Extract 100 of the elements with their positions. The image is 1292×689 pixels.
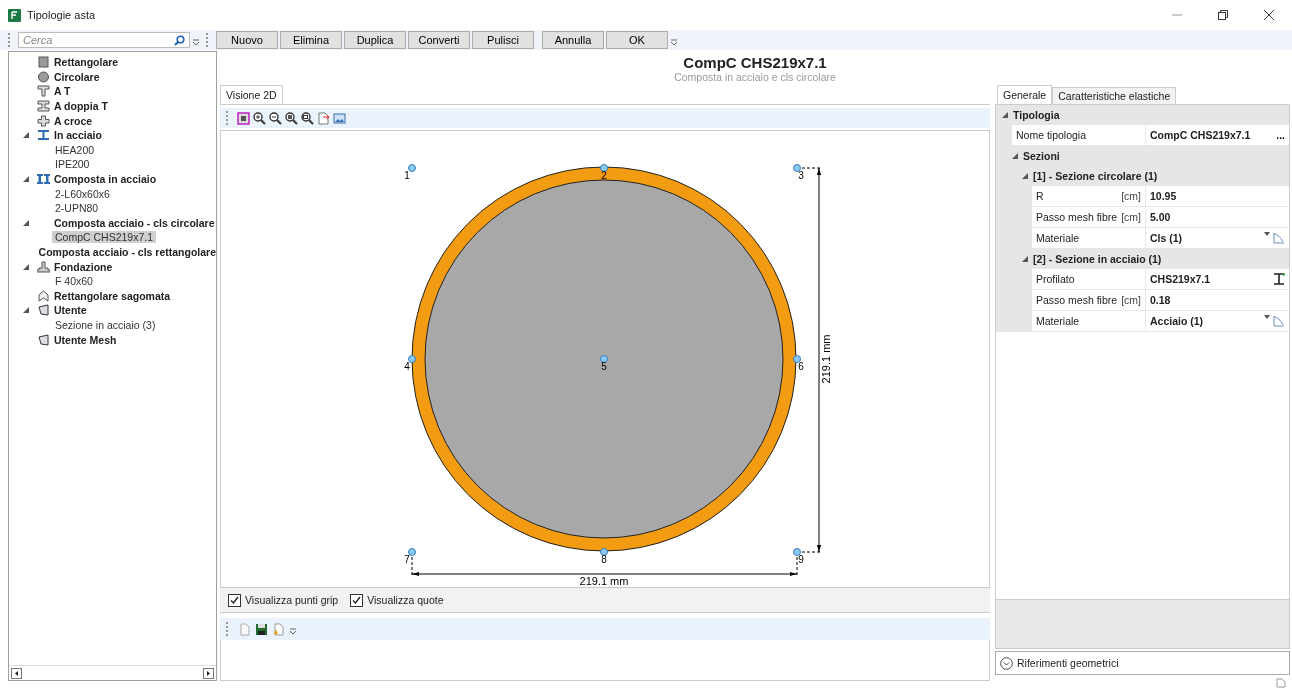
property-label: Passo mesh fibre — [1036, 294, 1118, 306]
tree-item[interactable]: Rettangolare sagomata — [54, 289, 171, 302]
tree-item[interactable]: HEA200 — [52, 143, 98, 156]
grip-point[interactable] — [408, 548, 416, 556]
tree-item[interactable]: A croce — [54, 114, 93, 127]
toolbar-button[interactable]: Duplica — [344, 31, 406, 49]
grip-point[interactable] — [408, 355, 416, 363]
expander-panel[interactable]: Riferimenti geometrici — [995, 651, 1290, 675]
property-value-field[interactable]: 10.95 — [1146, 186, 1289, 207]
dimension-label: 219.1 mm — [820, 334, 832, 384]
property-value-field[interactable]: 5.00 — [1146, 207, 1289, 228]
tree-item[interactable]: Circolare — [54, 70, 100, 83]
toolbar-button[interactable]: OK — [606, 31, 668, 49]
tree-item[interactable]: F 40x60 — [52, 275, 96, 288]
grip-point[interactable] — [600, 548, 608, 556]
property-value-field[interactable]: CHS219x7.1 — [1146, 269, 1289, 290]
category-title: [1] - Sezione circolare (1) — [1033, 170, 1158, 182]
tree-item[interactable]: Sezione in acciaio (3) — [52, 319, 159, 331]
point-label: 1 — [404, 170, 410, 181]
checkbox-label: Visualizza quote — [367, 594, 444, 606]
property-value-field[interactable]: CompC CHS219x7.1 ... — [1146, 125, 1289, 146]
tree-item[interactable]: In acciaio — [54, 129, 102, 142]
tree-item[interactable]: Utente — [54, 304, 87, 317]
tree-item[interactable]: Rettangolare — [54, 56, 119, 69]
property-label: Materiale — [1036, 315, 1080, 327]
collapse-arrow-icon[interactable] — [1012, 153, 1018, 159]
tree-item[interactable]: A doppia T — [54, 100, 108, 113]
zoom-extents-icon[interactable] — [285, 111, 298, 125]
tree-item[interactable]: Utente Mesh — [54, 333, 117, 346]
toolbar-button[interactable]: Pulisci — [472, 31, 534, 49]
tree-item[interactable]: Fondazione — [54, 260, 113, 273]
tee-section-icon — [37, 85, 50, 98]
scroll-right-button[interactable] — [203, 667, 214, 679]
view-tab[interactable]: Visione 2D — [220, 85, 283, 104]
toolbar-button[interactable]: Annulla — [542, 31, 604, 49]
checkbox[interactable] — [228, 593, 241, 607]
collapse-arrow-icon[interactable] — [1022, 173, 1028, 179]
tree-item[interactable]: 2-UPN80 — [52, 202, 102, 215]
scroll-left-button[interactable] — [11, 667, 22, 679]
tree-item[interactable]: IPE200 — [52, 158, 93, 171]
grip-point[interactable] — [408, 164, 416, 172]
export-file-icon[interactable] — [317, 111, 330, 125]
zoom-window-icon[interactable] — [301, 111, 314, 125]
tree-item[interactable]: A T — [54, 85, 71, 98]
search-field[interactable]: Cerca — [23, 34, 174, 46]
collapse-arrow-icon[interactable] — [1022, 256, 1028, 262]
tree-item[interactable]: CompC CHS219x7.1 — [52, 231, 157, 244]
category-title: [2] - Sezione in acciaio (1) — [1033, 253, 1162, 265]
property-label: Materiale — [1036, 232, 1080, 244]
collapse-arrow-icon[interactable] — [23, 307, 29, 314]
i-beam-icon[interactable] — [1273, 273, 1285, 285]
ellipsis-button[interactable]: ... — [1276, 129, 1285, 141]
collapse-arrow-icon[interactable] — [1002, 112, 1008, 118]
shaped-section-icon — [37, 289, 50, 302]
property-value-field[interactable]: Cls (1) — [1146, 228, 1289, 249]
tree-item[interactable]: Composta acciaio - cls circolare — [54, 216, 215, 229]
toolbar-button[interactable]: Converti — [408, 31, 470, 49]
cross-section-icon — [37, 114, 50, 127]
grip-point[interactable] — [793, 548, 801, 556]
close-icon — [1264, 10, 1274, 20]
dimension-label: 219.1 mm — [579, 575, 629, 587]
search-icon — [174, 34, 185, 46]
section-subtitle: Composta in acciaio e cls circolare — [674, 70, 836, 83]
collapse-arrow-icon[interactable] — [23, 176, 29, 183]
tree-item[interactable]: 2-L60x60x6 — [52, 187, 113, 200]
foundation-section-icon — [37, 260, 50, 273]
property-tab[interactable]: Caratteristiche elastiche — [1052, 87, 1177, 104]
property-label: R — [1036, 190, 1044, 202]
property-label: Nome tipologia — [1016, 129, 1087, 141]
zoom-out-icon[interactable] — [269, 111, 282, 125]
composite-section-icon — [37, 173, 50, 186]
point-label: 8 — [601, 554, 607, 565]
point-label: 7 — [404, 554, 410, 565]
grip-point[interactable] — [600, 164, 608, 172]
collapse-arrow-icon[interactable] — [23, 219, 29, 226]
panel-label: Riferimenti geometrici — [1017, 657, 1119, 669]
grip-point[interactable] — [793, 355, 801, 363]
section-title: CompC CHS219x7.1 — [683, 53, 827, 71]
tree-item[interactable]: Composta acciaio - cls rettangolare — [38, 246, 216, 258]
checkbox[interactable] — [350, 593, 364, 607]
dropdown-arrow-icon[interactable] — [1264, 232, 1270, 236]
save-icon[interactable] — [255, 622, 268, 636]
property-value-field[interactable]: 0.18 — [1146, 290, 1289, 311]
expand-circle-icon[interactable] — [1000, 656, 1013, 670]
toolbar-button[interactable]: Elimina — [280, 31, 342, 49]
zoom-in-icon[interactable] — [253, 111, 266, 125]
property-tab[interactable]: Generale — [997, 85, 1053, 104]
tree-item[interactable]: Composta in acciaio — [54, 173, 157, 186]
search-box[interactable]: Cerca — [18, 32, 190, 48]
property-label: Profilato — [1036, 273, 1075, 285]
rect-section-icon — [37, 56, 50, 69]
collapse-arrow-icon[interactable] — [23, 132, 29, 139]
property-value-field[interactable]: Acciaio (1) — [1146, 311, 1289, 332]
grip-point[interactable] — [793, 164, 801, 172]
collapse-arrow-icon[interactable] — [23, 263, 29, 270]
grip-point[interactable] — [600, 355, 608, 363]
dropdown-arrow-icon[interactable] — [1264, 315, 1270, 319]
toolbar-button[interactable]: Nuovo — [216, 31, 278, 49]
select-frame-icon[interactable] — [237, 111, 250, 125]
image-icon[interactable] — [333, 111, 346, 125]
